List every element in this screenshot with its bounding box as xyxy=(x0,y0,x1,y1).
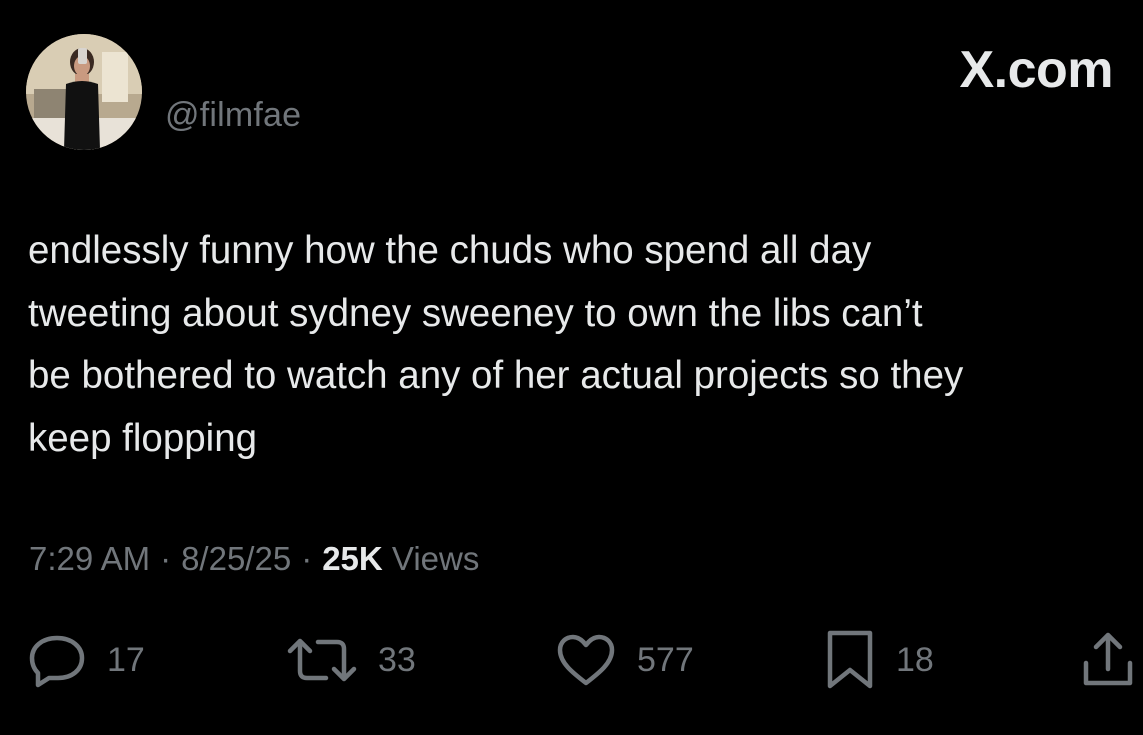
repost-button[interactable]: 33 xyxy=(286,628,416,692)
reply-count: 17 xyxy=(107,640,145,679)
meta-separator: · xyxy=(301,540,313,577)
tweet-date[interactable]: 8/25/25 xyxy=(181,540,291,577)
meta-separator: · xyxy=(160,540,172,577)
bookmark-button[interactable]: 18 xyxy=(824,628,934,692)
share-icon xyxy=(1083,632,1133,686)
bookmark-icon xyxy=(827,630,873,689)
repost-icon xyxy=(287,638,357,682)
like-count: 577 xyxy=(637,640,694,679)
tweet-text: endlessly funny how the chuds who spend … xyxy=(28,229,964,460)
avatar[interactable] xyxy=(26,34,142,150)
reply-button[interactable]: 17 xyxy=(27,628,145,692)
views-label: Views xyxy=(391,540,480,577)
brand-logo: X.com xyxy=(959,41,1113,99)
repost-count: 33 xyxy=(378,640,416,679)
heart-icon xyxy=(557,634,615,686)
views-count: 25K xyxy=(322,540,383,577)
avatar-image xyxy=(26,34,142,150)
reply-icon xyxy=(29,635,85,688)
tweet-time[interactable]: 7:29 AM xyxy=(29,540,150,577)
bookmark-count: 18 xyxy=(896,640,934,679)
author-handle[interactable]: @filmfae xyxy=(165,96,301,135)
like-button[interactable]: 577 xyxy=(555,628,694,692)
share-button[interactable] xyxy=(1080,628,1136,692)
tweet-meta: 7:29 AM · 8/25/25 · 25K Views xyxy=(29,540,479,578)
